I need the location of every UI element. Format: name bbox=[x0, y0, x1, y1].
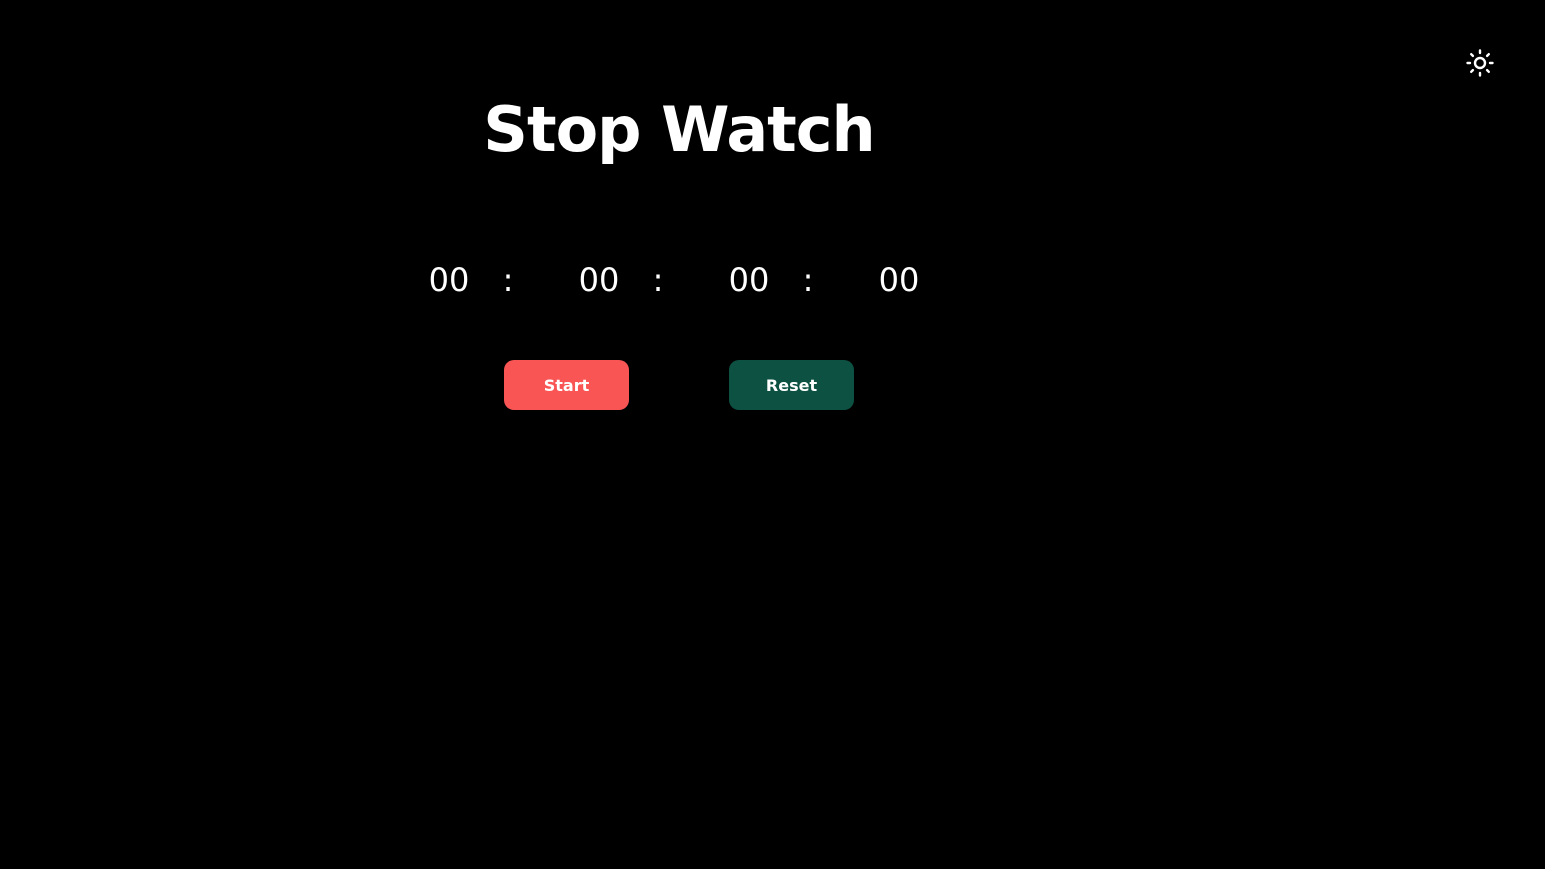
timer-display: 00 : 00 : 00 : 00 bbox=[0, 258, 1545, 302]
start-button[interactable]: Start bbox=[504, 360, 629, 410]
timer-seconds: 00 bbox=[728, 261, 770, 299]
reset-button[interactable]: Reset bbox=[729, 360, 854, 410]
timer-centiseconds: 00 bbox=[878, 261, 920, 299]
timer-separator: : bbox=[652, 261, 664, 299]
sun-icon bbox=[1466, 49, 1494, 77]
stopwatch-page: Stop Watch 00 : 00 : 00 : 00 Start Reset bbox=[0, 0, 1545, 869]
timer-hours: 00 bbox=[428, 261, 470, 299]
timer-separator: : bbox=[802, 261, 814, 299]
theme-toggle-button[interactable] bbox=[1464, 47, 1496, 79]
timer-separator: : bbox=[502, 261, 514, 299]
page-title: Stop Watch bbox=[483, 93, 875, 166]
timer-minutes: 00 bbox=[578, 261, 620, 299]
